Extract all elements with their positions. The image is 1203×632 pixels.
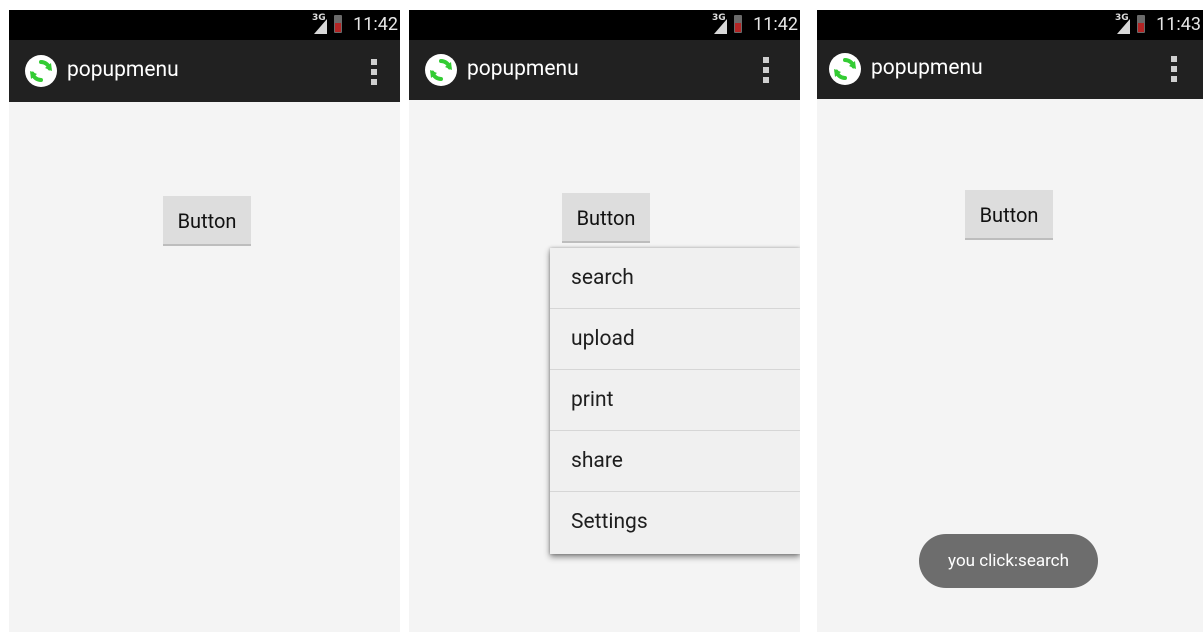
action-bar: popupmenu <box>409 40 800 100</box>
status-bar: 3G 11:42 <box>409 10 800 40</box>
signal-icon: 3G <box>312 13 328 35</box>
action-bar: popupmenu <box>817 40 1203 99</box>
screen-3: 3G 11:43 popupmenu Button you click:sear… <box>817 10 1203 632</box>
app-title: popupmenu <box>67 58 179 82</box>
battery-icon <box>334 15 342 33</box>
status-time: 11:42 <box>353 14 398 35</box>
status-bar: 3G 11:42 <box>9 10 400 40</box>
popup-menu: search upload print share Settings <box>550 248 800 554</box>
battery-icon <box>734 15 742 33</box>
status-time: 11:42 <box>753 14 798 35</box>
menu-item-share[interactable]: share <box>550 431 800 492</box>
overflow-menu-icon[interactable] <box>1170 56 1178 82</box>
action-bar: popupmenu <box>9 40 400 102</box>
network-type-label: 3G <box>712 13 726 23</box>
popup-trigger-button[interactable]: Button <box>965 190 1053 240</box>
toast-message: you click:search <box>919 534 1098 588</box>
app-title: popupmenu <box>871 56 983 80</box>
overflow-menu-icon[interactable] <box>370 59 378 85</box>
network-type-label: 3G <box>312 13 326 23</box>
refresh-icon[interactable] <box>425 54 457 86</box>
status-bar: 3G 11:43 <box>817 10 1203 40</box>
signal-icon: 3G <box>712 13 728 35</box>
menu-item-search[interactable]: search <box>550 248 800 309</box>
menu-item-upload[interactable]: upload <box>550 309 800 370</box>
overflow-menu-icon[interactable] <box>762 57 770 83</box>
app-title: popupmenu <box>467 57 579 81</box>
refresh-icon[interactable] <box>25 55 57 87</box>
signal-icon: 3G <box>1115 13 1131 35</box>
screen-2: 3G 11:42 popupmenu Button search upload … <box>409 10 800 632</box>
refresh-icon[interactable] <box>829 53 861 85</box>
menu-item-print[interactable]: print <box>550 370 800 431</box>
screen-1: 3G 11:42 popupmenu Button <box>9 10 400 632</box>
battery-icon <box>1137 15 1145 33</box>
status-time: 11:43 <box>1156 14 1201 35</box>
network-type-label: 3G <box>1115 13 1129 23</box>
menu-item-settings[interactable]: Settings <box>550 492 800 553</box>
popup-trigger-button[interactable]: Button <box>562 193 650 243</box>
popup-trigger-button[interactable]: Button <box>163 196 251 246</box>
